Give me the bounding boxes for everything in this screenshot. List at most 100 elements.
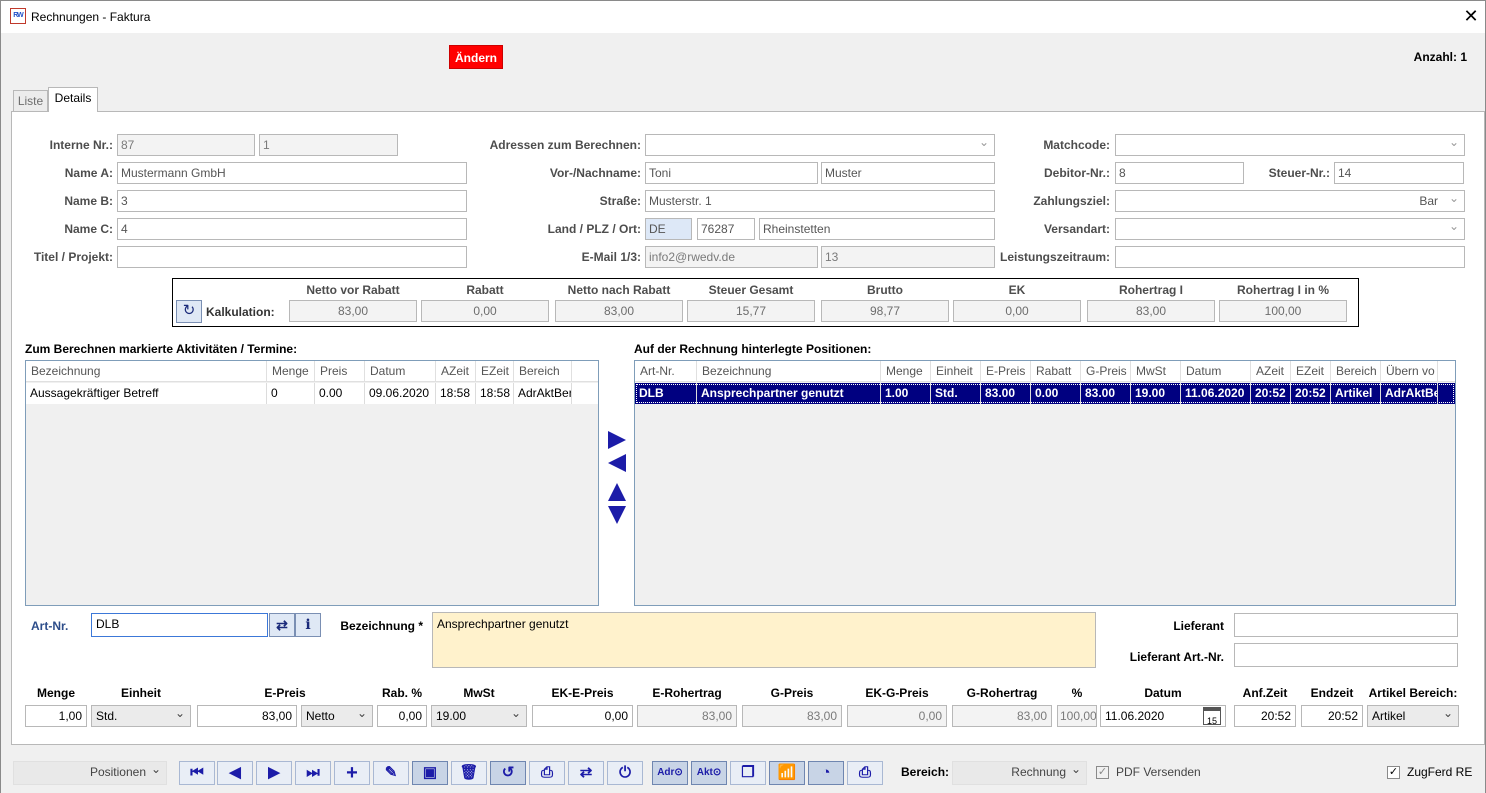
power-icon[interactable]: ⏻ bbox=[607, 761, 643, 785]
table-cell: 18:58 bbox=[476, 383, 514, 404]
datum-label: Datum bbox=[1144, 686, 1182, 700]
column-header[interactable]: EZeit bbox=[1291, 361, 1331, 382]
column-header[interactable]: Bereich bbox=[1331, 361, 1381, 382]
previous-record-icon[interactable]: ◀ bbox=[217, 761, 253, 785]
zugferd-checkbox[interactable]: ✓ bbox=[1387, 766, 1400, 779]
interne-nr2-field[interactable]: 1 bbox=[259, 134, 398, 156]
undo-icon[interactable]: ↺ bbox=[490, 761, 526, 785]
titel-projekt-field[interactable] bbox=[117, 246, 467, 268]
print-list-icon[interactable]: ⎙ bbox=[847, 761, 883, 785]
move-up-icon[interactable] bbox=[606, 481, 628, 503]
column-header[interactable]: Bezeichnung bbox=[697, 361, 881, 382]
column-header[interactable]: Preis bbox=[315, 361, 365, 382]
add-icon[interactable]: + bbox=[334, 761, 370, 785]
versandart-select[interactable] bbox=[1115, 218, 1465, 240]
transfer-icon[interactable]: ⇄ bbox=[568, 761, 604, 785]
pdf-versenden-checkbox[interactable]: ✓ bbox=[1096, 766, 1109, 779]
refresh-icon[interactable]: ↻ bbox=[176, 300, 202, 323]
plz-field[interactable]: 76287 bbox=[697, 218, 755, 240]
lieferant-artnr-field[interactable] bbox=[1234, 643, 1458, 667]
debitor-field[interactable]: 8 bbox=[1115, 162, 1244, 184]
chart-icon[interactable]: 📶 bbox=[769, 761, 805, 785]
rabatt-field[interactable]: 0,00 bbox=[377, 705, 427, 727]
column-header[interactable]: Datum bbox=[1181, 361, 1251, 382]
last-record-icon[interactable]: ⏭ bbox=[295, 761, 331, 785]
debitor-label: Debitor-Nr.: bbox=[1044, 166, 1110, 180]
email-field[interactable]: info2@rwedv.de bbox=[645, 246, 818, 268]
table-row-selected[interactable]: DLB Ansprechpartner genutzt 1.00 Std. 83.00 0… bbox=[635, 383, 1455, 404]
info-icon[interactable]: i bbox=[295, 613, 321, 637]
lieferant-artnr-label: Lieferant Art.-Nr. bbox=[1129, 650, 1224, 664]
column-header[interactable]: Rabatt bbox=[1031, 361, 1081, 382]
move-down-icon[interactable] bbox=[606, 504, 628, 526]
zugferd-label: ZugFerd RE bbox=[1407, 765, 1473, 779]
akt-button[interactable]: Akt⊙ bbox=[691, 761, 727, 785]
bereich-select[interactable]: Rechnung bbox=[952, 761, 1087, 785]
name-c-label: Name C: bbox=[64, 222, 113, 236]
first-record-icon[interactable]: ⏮ bbox=[179, 761, 215, 785]
menge-field[interactable]: 1,00 bbox=[25, 705, 87, 727]
move-right-icon[interactable] bbox=[606, 429, 628, 451]
artikel-bereich-label: Artikel Bereich: bbox=[1368, 686, 1458, 700]
column-header[interactable]: EZeit bbox=[476, 361, 514, 382]
adressen-select[interactable] bbox=[645, 134, 995, 156]
tab-details[interactable]: Details bbox=[48, 87, 98, 112]
column-header[interactable]: G-Preis bbox=[1081, 361, 1131, 382]
artnr-field[interactable]: DLB bbox=[91, 613, 268, 637]
calendar-icon[interactable]: 15 bbox=[1203, 707, 1221, 726]
move-left-icon[interactable] bbox=[606, 452, 628, 474]
column-header[interactable]: Bezeichnung bbox=[26, 361, 267, 382]
save-icon[interactable]: ▣ bbox=[412, 761, 448, 785]
anf-zeit-field[interactable]: 20:52 bbox=[1234, 705, 1296, 727]
lieferant-field[interactable] bbox=[1234, 613, 1458, 637]
vorname-field[interactable]: Toni bbox=[645, 162, 818, 184]
endzeit-field[interactable]: 20:52 bbox=[1301, 705, 1363, 727]
interne-nr-field[interactable]: 87 bbox=[117, 134, 255, 156]
column-header[interactable]: Bereich bbox=[514, 361, 572, 382]
tab-liste[interactable]: Liste bbox=[13, 90, 48, 112]
documents-icon[interactable]: ❐ bbox=[730, 761, 766, 785]
column-header[interactable]: Menge bbox=[881, 361, 931, 382]
swap-icon[interactable]: ⇄ bbox=[269, 613, 295, 637]
epreis-field[interactable]: 83,00 bbox=[197, 705, 297, 727]
column-header[interactable]: AZeit bbox=[1251, 361, 1291, 382]
name-a-field[interactable]: Mustermann GmbH bbox=[117, 162, 467, 184]
name-b-field[interactable]: 3 bbox=[117, 190, 467, 212]
delete-icon[interactable]: 🗑 bbox=[451, 761, 487, 785]
edit-icon[interactable]: ✎ bbox=[373, 761, 409, 785]
name-c-field[interactable]: 4 bbox=[117, 218, 467, 240]
next-record-icon[interactable]: ▶ bbox=[256, 761, 292, 785]
close-icon[interactable]: ✕ bbox=[1461, 5, 1481, 27]
left-grid-title: Zum Berechnen markierte Aktivitäten / Te… bbox=[25, 342, 298, 356]
zahlungsziel-select[interactable]: Bar bbox=[1115, 190, 1465, 212]
land-field[interactable]: DE bbox=[645, 218, 692, 240]
netto-select[interactable]: Netto bbox=[301, 705, 373, 727]
print-icon[interactable]: ⎙ bbox=[529, 761, 565, 785]
table-row[interactable]: Aussagekräftiger Betreff 0 0.00 09.06.2020 1… bbox=[26, 383, 598, 404]
ek-e-preis-field[interactable]: 0,00 bbox=[532, 705, 633, 727]
column-header[interactable]: Datum bbox=[365, 361, 436, 382]
pie-chart-icon[interactable]: ◔ bbox=[808, 761, 844, 785]
mwst-select[interactable]: 19.00 bbox=[431, 705, 527, 727]
column-header[interactable]: Übern vo bbox=[1381, 361, 1438, 382]
positionen-select[interactable]: Positionen bbox=[13, 761, 167, 785]
versandart-label: Versandart: bbox=[1043, 222, 1110, 236]
leistungszeitraum-field[interactable] bbox=[1115, 246, 1465, 268]
column-header[interactable]: Einheit bbox=[931, 361, 981, 382]
adr-button[interactable]: Adr⊙ bbox=[652, 761, 688, 785]
name-b-label: Name B: bbox=[64, 194, 113, 208]
column-header[interactable]: E-Preis bbox=[981, 361, 1031, 382]
bezeichnung-field[interactable]: Ansprechpartner genutzt bbox=[432, 612, 1096, 668]
artikel-bereich-select[interactable]: Artikel bbox=[1367, 705, 1459, 727]
column-header[interactable]: MwSt bbox=[1131, 361, 1181, 382]
ort-field[interactable]: Rheinstetten bbox=[759, 218, 995, 240]
strasse-field[interactable]: Musterstr. 1 bbox=[645, 190, 995, 212]
column-header[interactable]: Menge bbox=[267, 361, 315, 382]
matchcode-select[interactable] bbox=[1115, 134, 1465, 156]
aendern-button[interactable]: Ändern bbox=[449, 45, 503, 69]
steuer-nr-field[interactable]: 14 bbox=[1334, 162, 1464, 184]
column-header[interactable]: AZeit bbox=[436, 361, 476, 382]
g-rohertrag-label: G-Rohertrag bbox=[966, 686, 1038, 700]
column-header[interactable]: Art-Nr. bbox=[635, 361, 697, 382]
einheit-select[interactable]: Std. bbox=[91, 705, 191, 727]
